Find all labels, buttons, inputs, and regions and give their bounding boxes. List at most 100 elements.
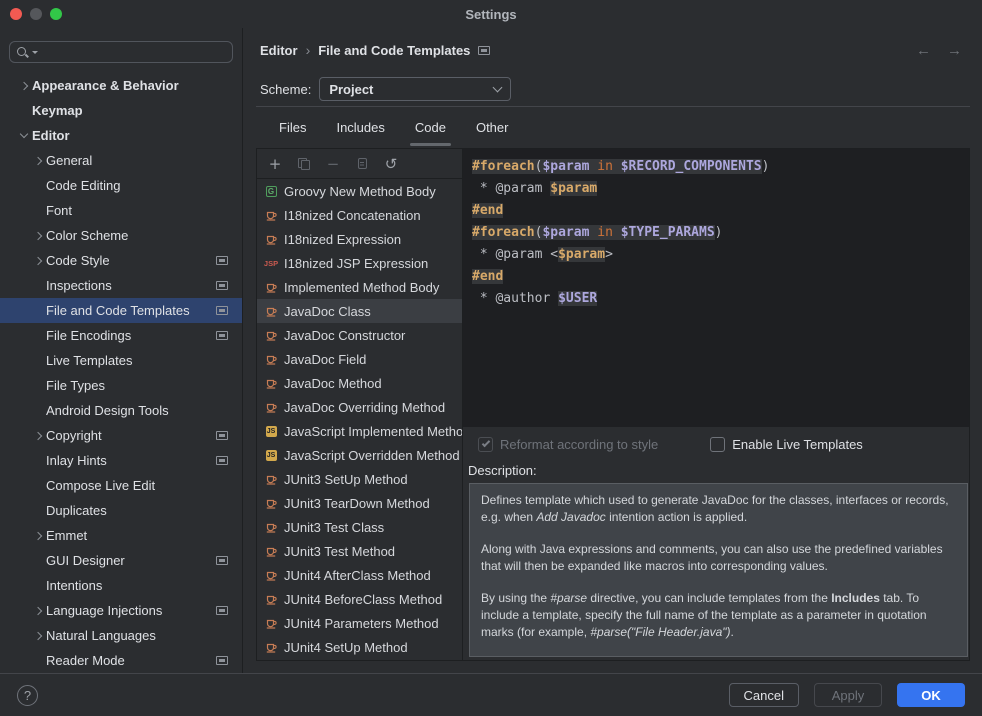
sidebar-item-language-injections[interactable]: Language Injections (0, 598, 242, 623)
description-text: directive, you can include templates fro… (587, 591, 831, 605)
list-item[interactable]: JUnit4 BeforeClass Method (257, 587, 462, 611)
apply-button[interactable]: Apply (814, 683, 882, 707)
list-item[interactable]: JUnit3 SetUp Method (257, 467, 462, 491)
help-button[interactable]: ? (17, 685, 38, 706)
list-item[interactable]: JUnit4 Parameters Method (257, 611, 462, 635)
sidebar-item-natural-languages[interactable]: Natural Languages (0, 623, 242, 648)
chevron-right-icon[interactable] (34, 631, 42, 639)
sidebar-item-intentions[interactable]: Intentions (0, 573, 242, 598)
code-token: $param (542, 159, 589, 174)
sidebar-item-font[interactable]: Font (0, 198, 242, 223)
code-line: * @author $USER (472, 288, 969, 310)
list-item[interactable]: JavaDoc Constructor (257, 323, 462, 347)
sidebar-item-appearance-behavior[interactable]: Appearance & Behavior (0, 73, 242, 98)
sidebar: Appearance & BehaviorKeymapEditorGeneral… (0, 28, 243, 673)
sidebar-item-android-design-tools[interactable]: Android Design Tools (0, 398, 242, 423)
scheme-dropdown[interactable]: Project (319, 77, 511, 101)
back-button[interactable]: ← (916, 42, 931, 59)
java-file-icon (263, 232, 279, 246)
tab-includes[interactable]: Includes (323, 107, 397, 148)
list-item[interactable]: JavaDoc Overriding Method (257, 395, 462, 419)
code-token (613, 225, 621, 240)
chevron-right-icon[interactable] (20, 81, 28, 89)
sidebar-item-label: Compose Live Edit (46, 478, 242, 493)
search-icon (16, 45, 30, 59)
list-item[interactable]: JUnit4 SetUp Method (257, 635, 462, 659)
sidebar-item-code-style[interactable]: Code Style (0, 248, 242, 273)
sidebar-item-general[interactable]: General (0, 148, 242, 173)
sidebar-item-label: Code Editing (46, 178, 242, 193)
search-options-caret-icon[interactable] (32, 51, 38, 54)
ok-button[interactable]: OK (897, 683, 965, 707)
list-item[interactable]: JUnit4 AfterClass Method (257, 563, 462, 587)
sidebar-item-code-editing[interactable]: Code Editing (0, 173, 242, 198)
description-text: Add Javadoc (536, 510, 605, 524)
search-input[interactable] (9, 41, 233, 63)
chevron-right-icon[interactable] (34, 156, 42, 164)
sidebar-item-label: Natural Languages (46, 628, 242, 643)
list-item[interactable]: JavaDoc Method (257, 371, 462, 395)
reformat-checkbox[interactable] (478, 437, 493, 452)
list-item[interactable]: JavaDoc Field (257, 347, 462, 371)
code-line: #end (472, 266, 969, 288)
list-item[interactable]: JSJavaScript Overridden Method (257, 443, 462, 467)
breadcrumb-editor[interactable]: Editor (260, 43, 298, 58)
list-item[interactable]: JUnit3 TearDown Method (257, 491, 462, 515)
template-name: JUnit3 Test Method (284, 544, 395, 559)
tab-code[interactable]: Code (402, 107, 459, 148)
list-item[interactable]: GGroovy New Method Body (257, 179, 462, 203)
code-area[interactable]: #foreach($param in $RECORD_COMPONENTS) *… (463, 149, 969, 427)
sidebar-item-color-scheme[interactable]: Color Scheme (0, 223, 242, 248)
sidebar-item-reader-mode[interactable]: Reader Mode (0, 648, 242, 673)
chevron-right-icon[interactable] (34, 431, 42, 439)
template-name: I18nized JSP Expression (284, 256, 428, 271)
sidebar-item-file-encodings[interactable]: File Encodings (0, 323, 242, 348)
cancel-button[interactable]: Cancel (729, 683, 799, 707)
template-list: GGroovy New Method BodyI18nized Concaten… (257, 179, 462, 660)
sidebar-item-file-types[interactable]: File Types (0, 373, 242, 398)
add-button[interactable]: + (263, 152, 287, 176)
copy-button[interactable] (350, 152, 374, 176)
java-file-icon (263, 592, 279, 606)
sidebar-item-keymap[interactable]: Keymap (0, 98, 242, 123)
sidebar-item-duplicates[interactable]: Duplicates (0, 498, 242, 523)
sidebar-item-gui-designer[interactable]: GUI Designer (0, 548, 242, 573)
forward-button[interactable]: → (947, 42, 962, 59)
sidebar-item-label: Emmet (46, 528, 242, 543)
sidebar-item-compose-live-edit[interactable]: Compose Live Edit (0, 473, 242, 498)
live-templates-checkbox[interactable] (710, 437, 725, 452)
sidebar-item-file-and-code-templates[interactable]: File and Code Templates (0, 298, 242, 323)
list-item[interactable]: I18nized Concatenation (257, 203, 462, 227)
remove-button[interactable]: − (321, 152, 345, 176)
chevron-right-icon[interactable] (34, 231, 42, 239)
chevron-right-icon[interactable] (34, 256, 42, 264)
chevron-down-icon[interactable] (20, 130, 28, 138)
code-token: #foreach (472, 159, 535, 174)
js-file-icon: JS (263, 426, 279, 437)
sidebar-item-emmet[interactable]: Emmet (0, 523, 242, 548)
chevron-right-icon[interactable] (34, 531, 42, 539)
sidebar-item-label: Reader Mode (46, 653, 216, 668)
java-file-icon (263, 520, 279, 534)
list-item[interactable]: JavaDoc Class (257, 299, 462, 323)
chevron-right-icon[interactable] (34, 606, 42, 614)
list-item[interactable]: JSJavaScript Implemented Method (257, 419, 462, 443)
list-item[interactable]: JSPI18nized JSP Expression (257, 251, 462, 275)
list-item[interactable]: I18nized Expression (257, 227, 462, 251)
reset-button[interactable]: ↺ (379, 152, 403, 176)
code-token: in (597, 159, 613, 174)
sidebar-item-inspections[interactable]: Inspections (0, 273, 242, 298)
tab-files[interactable]: Files (266, 107, 319, 148)
reformat-label: Reformat according to style (500, 437, 658, 452)
sidebar-item-inlay-hints[interactable]: Inlay Hints (0, 448, 242, 473)
list-item[interactable]: JUnit3 Test Method (257, 539, 462, 563)
tab-other[interactable]: Other (463, 107, 522, 148)
code-line: * @param $param (472, 178, 969, 200)
duplicate-button[interactable] (292, 152, 316, 176)
java-file-icon (263, 352, 279, 366)
list-item[interactable]: JUnit3 Test Class (257, 515, 462, 539)
sidebar-item-live-templates[interactable]: Live Templates (0, 348, 242, 373)
sidebar-item-copyright[interactable]: Copyright (0, 423, 242, 448)
list-item[interactable]: Implemented Method Body (257, 275, 462, 299)
sidebar-item-editor[interactable]: Editor (0, 123, 242, 148)
